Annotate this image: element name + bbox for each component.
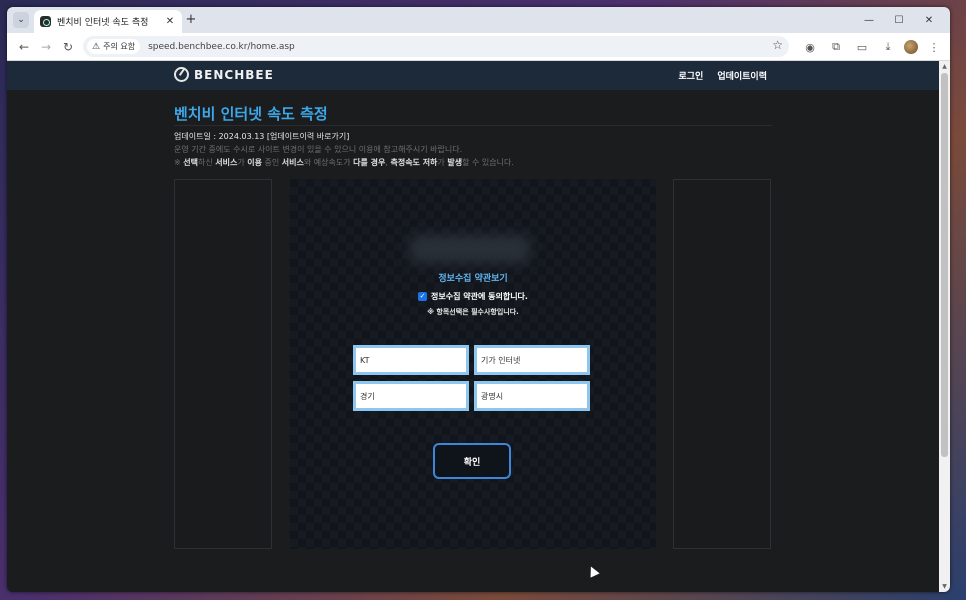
benchbee-logo[interactable]: BENCHBEE bbox=[174, 67, 274, 82]
browser-window: ⌄ 벤치비 인터넷 속도 측정 ✕ + — ☐ ✕ ← → ↻ ⚠ 주의 요함 … bbox=[7, 7, 950, 592]
bookmark-star-icon[interactable]: ☆ bbox=[772, 38, 783, 52]
login-link[interactable]: 로그인 bbox=[678, 69, 703, 82]
reload-icon[interactable]: ↻ bbox=[57, 36, 79, 58]
security-chip[interactable]: ⚠ 주의 요함 bbox=[87, 39, 141, 54]
tab-strip: ⌄ 벤치비 인터넷 속도 측정 ✕ + — ☐ ✕ bbox=[7, 7, 950, 33]
page-title: 벤치비 인터넷 속도 측정 bbox=[174, 105, 328, 123]
tab-search-button[interactable]: ⌄ bbox=[13, 12, 29, 28]
window-controls: — ☐ ✕ bbox=[854, 11, 944, 29]
scroll-thumb[interactable] bbox=[941, 73, 948, 457]
agree-checkbox[interactable]: ✓ bbox=[418, 292, 428, 301]
browser-toolbar: ← → ↻ ⚠ 주의 요함 speed.benchbee.co.kr/home.… bbox=[7, 33, 950, 61]
address-bar[interactable]: ⚠ 주의 요함 speed.benchbee.co.kr/home.asp ☆ bbox=[83, 36, 789, 57]
scroll-down-icon[interactable]: ▼ bbox=[939, 581, 950, 592]
page-viewport: BENCHBEE 로그인 업데이트이력 벤치비 인터넷 속도 측정 업데이트일 … bbox=[7, 61, 939, 592]
title-divider bbox=[174, 125, 772, 126]
update-history-link[interactable]: 업데이트이력 bbox=[717, 69, 767, 82]
blurred-content bbox=[410, 235, 530, 263]
download-icon[interactable]: ⤓ bbox=[878, 37, 898, 57]
back-icon[interactable]: ← bbox=[13, 36, 35, 58]
speed-test-panel: 정보수집 약관보기 ✓ 정보수집 약관에 동의합니다. ※ 항목선택은 필수사항… bbox=[290, 179, 656, 549]
confirm-button[interactable]: 확인 bbox=[433, 443, 511, 479]
notice-text-1: 운영 기간 중에도 수시로 사이트 변경이 있을 수 있으니 이용에 참고해주시… bbox=[174, 145, 463, 154]
city-select[interactable]: 광명시 bbox=[474, 381, 590, 411]
tab-active[interactable]: 벤치비 인터넷 속도 측정 ✕ bbox=[34, 10, 182, 33]
right-ad-panel bbox=[673, 179, 771, 549]
forward-icon[interactable]: → bbox=[35, 36, 57, 58]
region-select[interactable]: 경기 bbox=[353, 381, 469, 411]
camera-icon[interactable]: ◉ bbox=[800, 37, 820, 57]
mouse-cursor-icon bbox=[586, 564, 600, 578]
url-text: speed.benchbee.co.kr/home.asp bbox=[148, 41, 295, 52]
tab-title: 벤치비 인터넷 속도 측정 bbox=[57, 18, 149, 28]
site-header: BENCHBEE 로그인 업데이트이력 bbox=[7, 61, 939, 90]
required-note: ※ 항목선택은 필수사항입니다. bbox=[427, 308, 519, 316]
isp-select[interactable]: KT bbox=[353, 345, 469, 375]
left-ad-panel bbox=[174, 179, 272, 549]
toolbar-icons: ◉ ⧉ ▭ ⤓ ⋮ bbox=[800, 37, 944, 57]
close-tab-icon[interactable]: ✕ bbox=[164, 16, 176, 27]
page-scrollbar[interactable]: ▲ ▼ bbox=[939, 61, 950, 592]
maximize-icon[interactable]: ☐ bbox=[884, 11, 914, 29]
menu-kebab-icon[interactable]: ⋮ bbox=[924, 37, 944, 57]
reading-mode-icon[interactable]: ▭ bbox=[852, 37, 872, 57]
profile-avatar[interactable] bbox=[904, 40, 918, 54]
close-window-icon[interactable]: ✕ bbox=[914, 11, 944, 29]
header-nav: 로그인 업데이트이력 bbox=[678, 69, 767, 82]
agree-row[interactable]: ✓ 정보수집 약관에 동의합니다. bbox=[290, 291, 656, 302]
notice-text-2: ※ 선택하신 서비스가 이용 중인 서비스와 예상속도가 다를 경우, 측정속도… bbox=[174, 158, 514, 167]
agree-label: 정보수집 약관에 동의합니다. bbox=[431, 292, 528, 301]
scroll-up-icon[interactable]: ▲ bbox=[939, 61, 950, 72]
new-tab-button[interactable]: + bbox=[184, 13, 198, 27]
site-favicon-icon bbox=[40, 16, 51, 27]
warning-icon: ⚠ bbox=[92, 41, 101, 52]
logo-text: BENCHBEE bbox=[194, 67, 274, 82]
benchbee-logo-icon bbox=[174, 67, 189, 82]
security-label: 주의 요함 bbox=[103, 42, 136, 51]
extensions-icon[interactable]: ⧉ bbox=[826, 37, 846, 57]
update-date-line[interactable]: 업데이트일 : 2024.03.13 [업데이트이력 바로가기] bbox=[174, 131, 349, 142]
minimize-icon[interactable]: — bbox=[854, 11, 884, 29]
terms-view-link[interactable]: 정보수집 약관보기 bbox=[290, 271, 656, 284]
plan-select[interactable]: 기가 인터넷 bbox=[474, 345, 590, 375]
